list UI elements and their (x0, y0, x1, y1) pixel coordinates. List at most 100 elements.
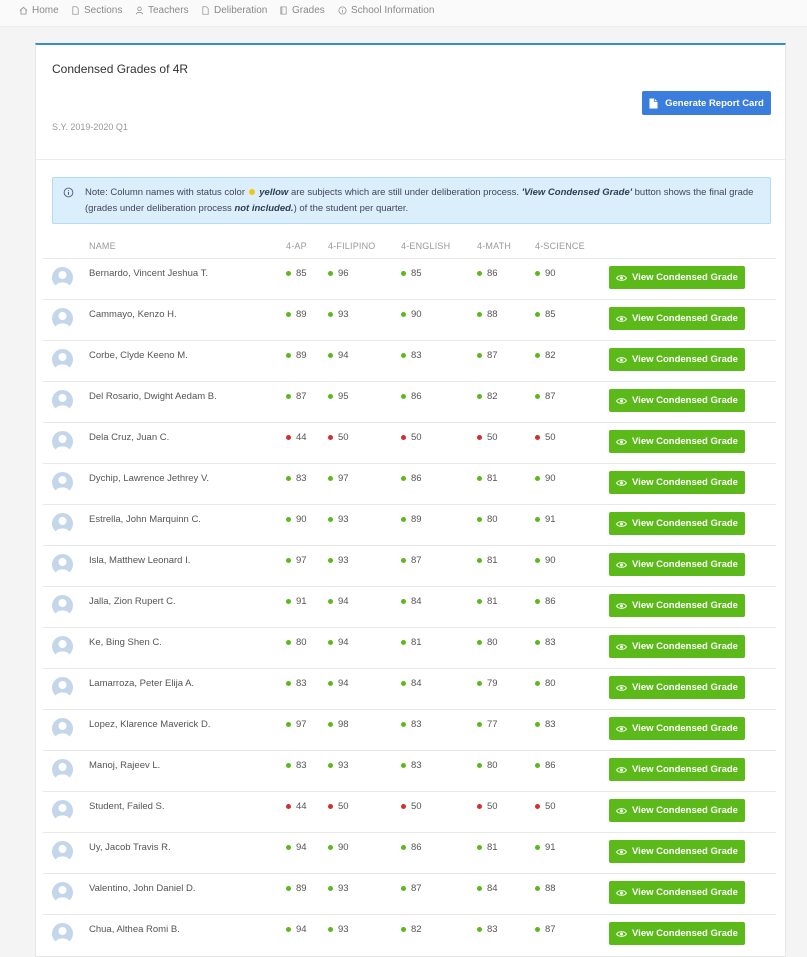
status-dot (535, 435, 540, 440)
view-condensed-grade-button[interactable]: View Condensed Grade (609, 553, 745, 576)
yellow-status-dot (248, 189, 255, 196)
grade-value: 86 (411, 473, 422, 484)
nav-school-information[interactable]: School Information (338, 3, 434, 17)
nav-home[interactable]: Home (19, 3, 59, 17)
grade-english: 86 (401, 391, 422, 402)
view-condensed-grade-button[interactable]: View Condensed Grade (609, 922, 745, 945)
grade-filipino: 93 (328, 883, 349, 894)
grade-math: 84 (477, 883, 498, 894)
status-dot (477, 886, 482, 891)
nav-grades[interactable]: Grades (279, 3, 325, 17)
status-dot (328, 353, 333, 358)
grade-filipino: 94 (328, 596, 349, 607)
grade-value: 83 (411, 350, 422, 361)
grade-ap: 80 (286, 637, 307, 648)
avatar (52, 349, 73, 370)
view-condensed-grade-label: View Condensed Grade (632, 641, 738, 652)
grade-ap: 44 (286, 801, 307, 812)
grade-ap: 89 (286, 883, 307, 894)
grade-english: 87 (401, 883, 422, 894)
grade-english: 81 (401, 637, 422, 648)
grade-value: 86 (411, 842, 422, 853)
student-name: Del Rosario, Dwight Aedam B. (89, 391, 217, 402)
grade-ap: 97 (286, 555, 307, 566)
view-condensed-grade-button[interactable]: View Condensed Grade (609, 799, 745, 822)
grade-value: 90 (545, 555, 556, 566)
eye-icon (616, 848, 627, 855)
status-dot (286, 886, 291, 891)
grade-english: 86 (401, 473, 422, 484)
grade-english: 83 (401, 350, 422, 361)
grade-science: 88 (535, 883, 556, 894)
grade-value: 77 (487, 719, 498, 730)
student-name: Uy, Jacob Travis R. (89, 842, 171, 853)
status-dot (286, 681, 291, 686)
nav-deliberation[interactable]: Deliberation (201, 3, 267, 17)
grade-filipino: 93 (328, 924, 349, 935)
page-title: Condensed Grades of 4R (52, 62, 189, 76)
status-dot (477, 517, 482, 522)
view-condensed-grade-button[interactable]: View Condensed Grade (609, 266, 745, 289)
student-name: Dela Cruz, Juan C. (89, 432, 170, 443)
nav-teachers[interactable]: Teachers (135, 3, 189, 17)
grade-science: 90 (535, 473, 556, 484)
status-dot (286, 353, 291, 358)
view-condensed-grade-label: View Condensed Grade (632, 928, 738, 939)
status-dot (535, 394, 540, 399)
avatar (52, 595, 73, 616)
nav-label: School Information (351, 4, 435, 16)
view-condensed-grade-button[interactable]: View Condensed Grade (609, 307, 745, 330)
school-year-label: S.Y. 2019-2020 Q1 (52, 122, 128, 132)
eye-icon (616, 725, 627, 732)
status-dot (535, 886, 540, 891)
eye-icon (616, 520, 627, 527)
view-condensed-grade-button[interactable]: View Condensed Grade (609, 635, 745, 658)
avatar (52, 800, 73, 821)
view-condensed-grade-button[interactable]: View Condensed Grade (609, 840, 745, 863)
avatar (52, 718, 73, 739)
grade-filipino: 94 (328, 678, 349, 689)
status-dot (286, 517, 291, 522)
condensed-grades-card: Condensed Grades of 4R Generate Report C… (35, 43, 786, 957)
grade-math: 50 (477, 432, 498, 443)
column-header-filipino: 4-FILIPINO (328, 241, 376, 251)
nav-sections[interactable]: Sections (71, 3, 122, 17)
view-condensed-grade-button[interactable]: View Condensed Grade (609, 348, 745, 371)
generate-report-card-button[interactable]: Generate Report Card (642, 91, 771, 115)
view-condensed-grade-button[interactable]: View Condensed Grade (609, 594, 745, 617)
status-dot (477, 353, 482, 358)
status-dot (286, 722, 291, 727)
status-dot (401, 476, 406, 481)
table-row: Isla, Matthew Leonard I. 97 93 87 81 90 View C… (43, 545, 776, 586)
view-condensed-grade-button[interactable]: View Condensed Grade (609, 512, 745, 535)
status-dot (401, 845, 406, 850)
status-dot (286, 927, 291, 932)
grade-value: 50 (411, 801, 422, 812)
status-dot (286, 476, 291, 481)
eye-icon (616, 438, 627, 445)
grade-value: 93 (338, 924, 349, 935)
view-condensed-grade-button[interactable]: View Condensed Grade (609, 389, 745, 412)
view-condensed-grade-button[interactable]: View Condensed Grade (609, 676, 745, 699)
grade-value: 93 (338, 883, 349, 894)
status-dot (477, 271, 482, 276)
grade-value: 85 (296, 268, 307, 279)
grade-value: 81 (487, 473, 498, 484)
grade-math: 81 (477, 555, 498, 566)
view-condensed-grade-button[interactable]: View Condensed Grade (609, 758, 745, 781)
grade-ap: 87 (286, 391, 307, 402)
grade-value: 87 (296, 391, 307, 402)
view-condensed-grade-button[interactable]: View Condensed Grade (609, 471, 745, 494)
grade-value: 80 (487, 514, 498, 525)
view-condensed-grade-button[interactable]: View Condensed Grade (609, 717, 745, 740)
grade-science: 87 (535, 391, 556, 402)
view-condensed-grade-button[interactable]: View Condensed Grade (609, 430, 745, 453)
grade-value: 94 (338, 596, 349, 607)
status-dot (286, 804, 291, 809)
status-dot (286, 394, 291, 399)
grade-science: 50 (535, 801, 556, 812)
table-row: Estrella, John Marquinn C. 90 93 89 80 91 View… (43, 504, 776, 545)
view-condensed-grade-label: View Condensed Grade (632, 805, 738, 816)
view-condensed-grade-button[interactable]: View Condensed Grade (609, 881, 745, 904)
nav-label: Sections (84, 4, 123, 16)
